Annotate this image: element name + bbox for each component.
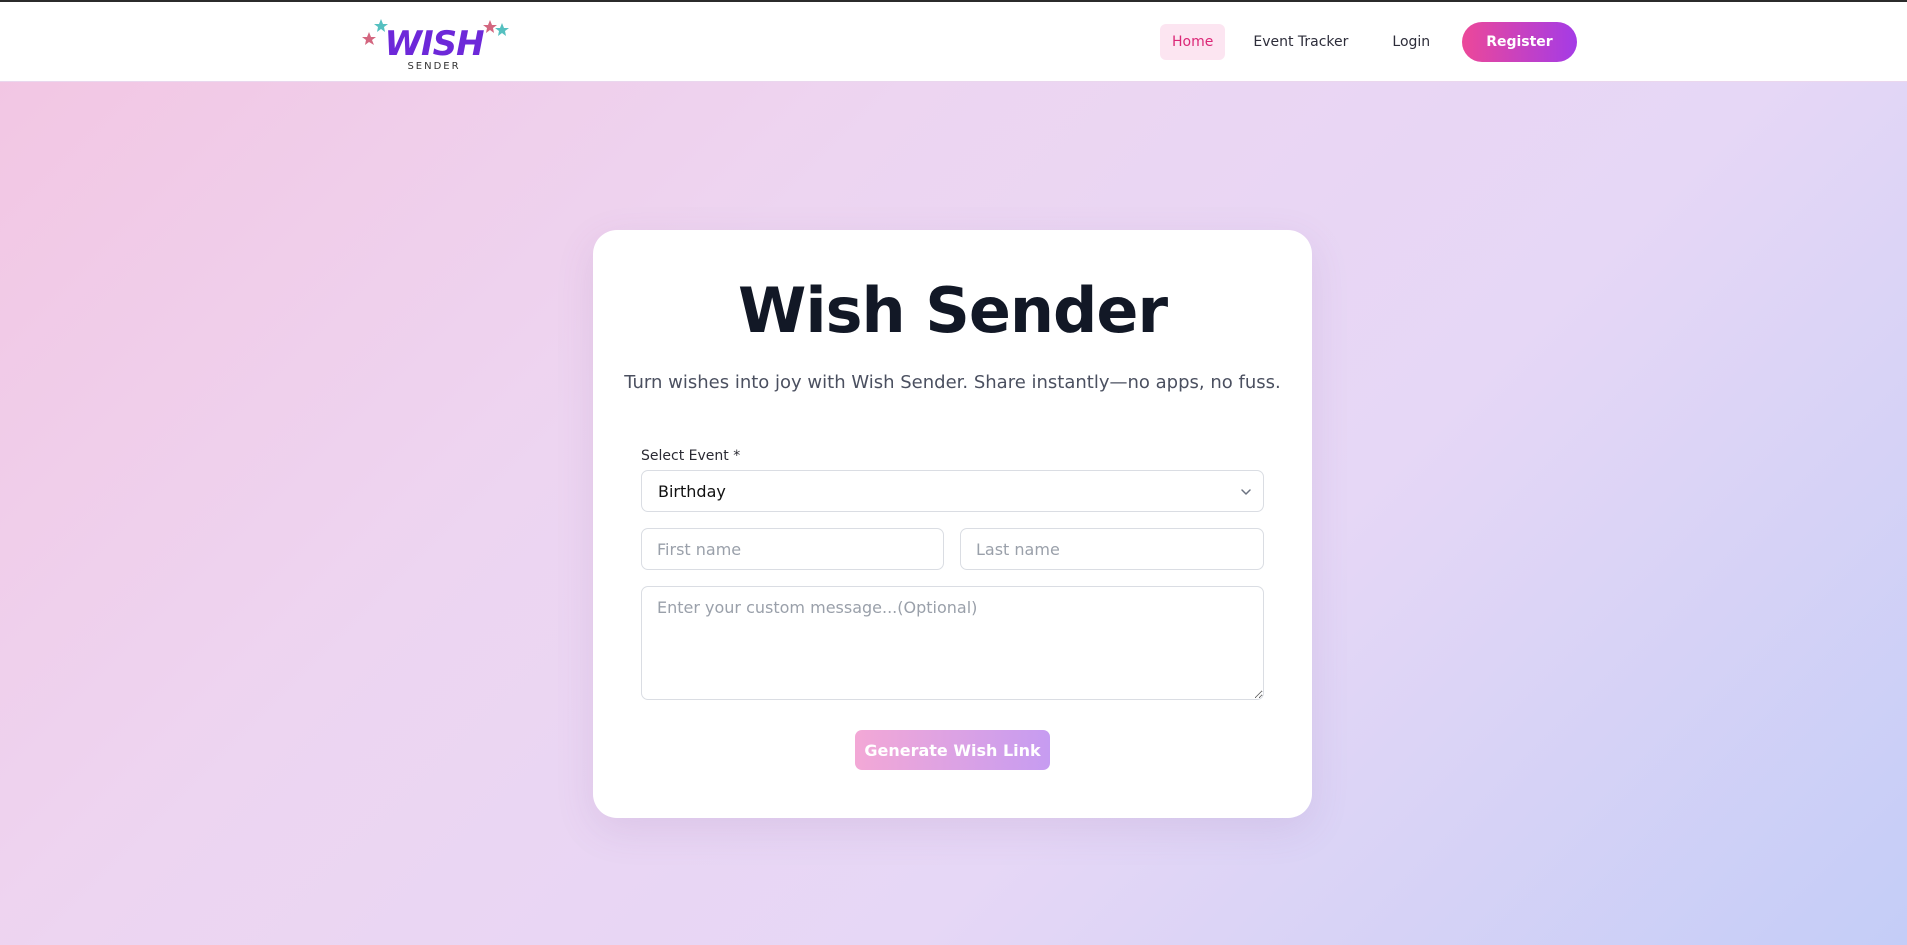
main-nav: Home Event Tracker Login Register bbox=[1160, 22, 1577, 62]
site-header: WISH SENDER Home Event Tracker Login Reg… bbox=[0, 2, 1907, 82]
logo-graphic: WISH SENDER bbox=[362, 19, 509, 72]
last-name-field[interactable] bbox=[960, 528, 1264, 570]
event-select-value: Birthday bbox=[658, 481, 726, 501]
nav-home-link[interactable]: Home bbox=[1160, 24, 1226, 60]
site-logo[interactable]: WISH SENDER bbox=[360, 16, 514, 72]
page-title: Wish Sender bbox=[737, 274, 1168, 347]
event-select-label: Select Event * bbox=[641, 448, 741, 464]
wish-form-card: Wish Sender Turn wishes into joy with Wi… bbox=[593, 230, 1312, 818]
logo-subtitle: SENDER bbox=[407, 61, 460, 72]
chevron-down-icon bbox=[1241, 489, 1251, 495]
logo-title: WISH bbox=[384, 24, 484, 64]
event-select[interactable]: Birthday bbox=[641, 470, 1264, 512]
register-button[interactable]: Register bbox=[1462, 22, 1577, 62]
nav-event-tracker-link[interactable]: Event Tracker bbox=[1241, 24, 1360, 60]
star-icon bbox=[483, 20, 509, 36]
nav-login-link[interactable]: Login bbox=[1380, 24, 1442, 60]
custom-message-field[interactable] bbox=[641, 586, 1264, 700]
first-name-field[interactable] bbox=[641, 528, 944, 570]
tagline: Turn wishes into joy with Wish Sender. S… bbox=[624, 372, 1281, 393]
generate-wish-link-button[interactable]: Generate Wish Link bbox=[855, 730, 1050, 770]
